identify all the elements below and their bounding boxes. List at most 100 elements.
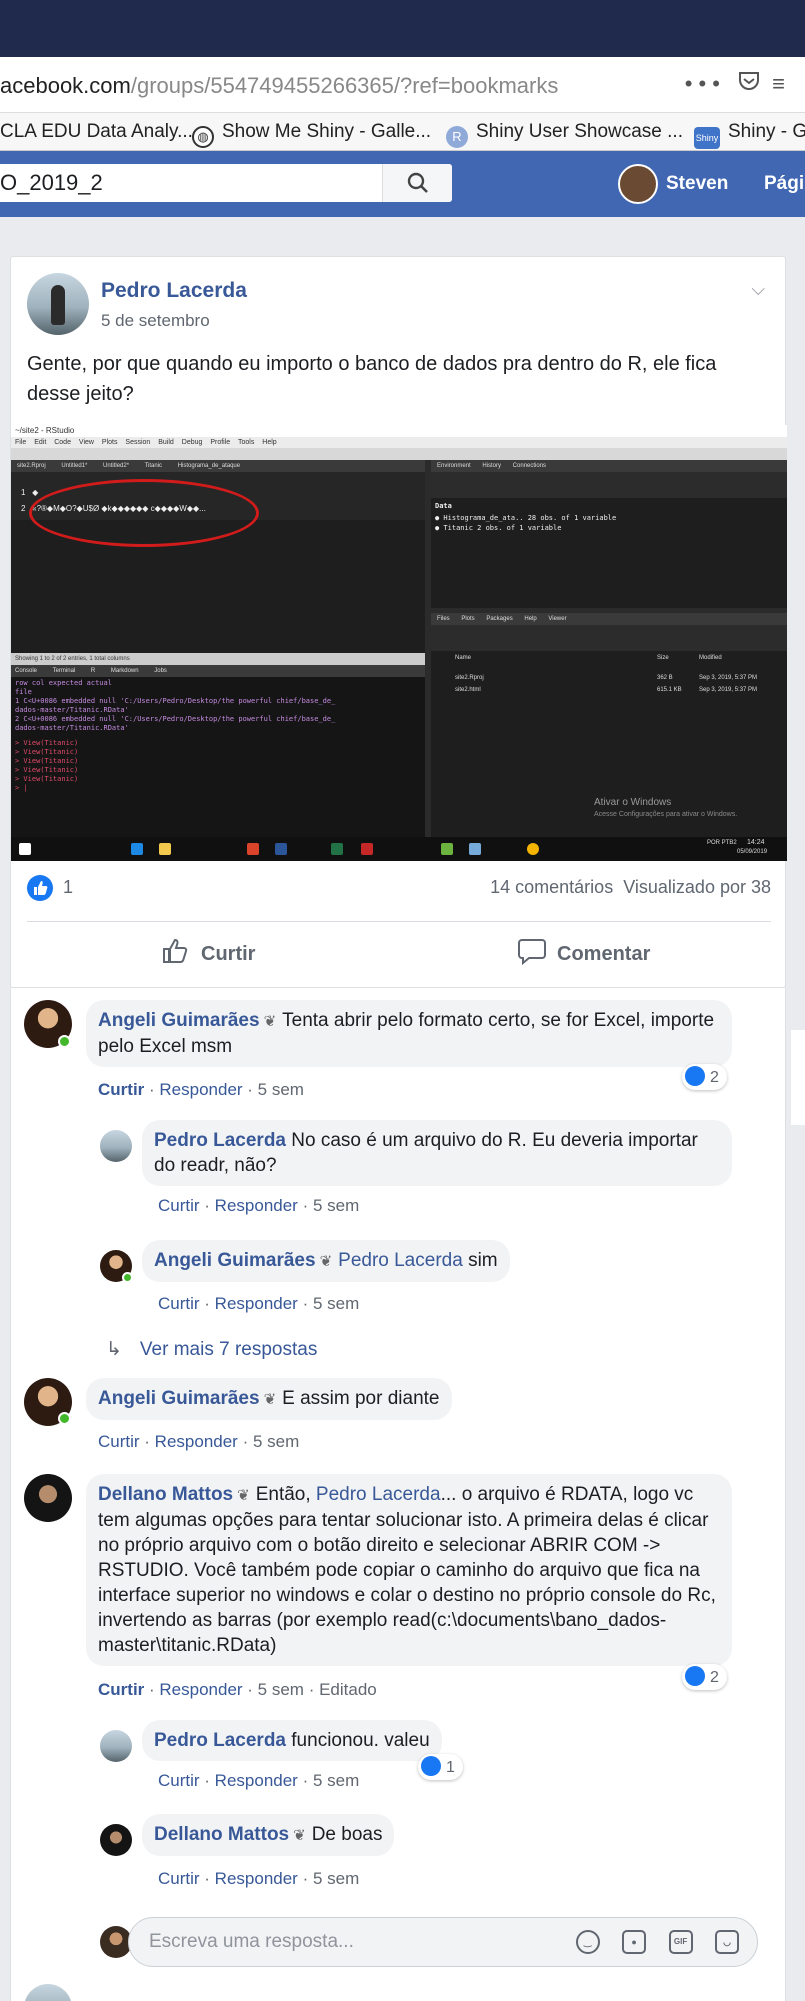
comment-author[interactable]: Angeli Guimarães [98,1010,260,1031]
more-replies-link[interactable]: ↳ Ver mais 7 respostas [106,1338,317,1361]
page-root: { "browser": { "url_prefix": "acebook.co… [0,0,805,2001]
powerpoint-icon [247,843,259,855]
comment-author[interactable]: Pedro Lacerda [154,1730,286,1751]
bookmark-item[interactable]: Shiny Shiny - Ga [694,121,805,149]
comment-like-link[interactable]: Curtir [158,1294,200,1313]
sprout-icon: ❦ [237,1487,250,1504]
post-image[interactable]: ~/site2 - RStudio File Edit Code View Pl… [11,425,787,861]
comment-author[interactable]: Dellano Mattos [154,1824,289,1845]
comment-edited[interactable]: Editado [319,1680,377,1699]
grid-row-number: 1 [21,488,26,497]
windows-start-icon [19,843,31,855]
like-reaction-icon [685,1666,705,1686]
comment-author[interactable]: Angeli Guimarães [98,1388,260,1409]
rstudio-toolbar [11,448,787,460]
r-logo-icon: R [446,126,468,148]
comment-reply-link[interactable]: Responder [159,1080,242,1099]
more-dots-icon[interactable]: ••• [685,71,726,96]
comment-author[interactable]: Pedro Lacerda [154,1130,286,1151]
reply-placeholder: Escreva uma resposta... [149,1931,354,1952]
file-name: site2.html [455,687,481,693]
comment-bubble: Angeli Guimarães ❦ Pedro Lacerda sim [142,1240,510,1282]
commenter-avatar[interactable] [100,1824,132,1856]
online-indicator [58,1035,71,1048]
comment-reply-link[interactable]: Responder [155,1432,238,1451]
clock-time: 14:24 [747,839,765,846]
comment-like-link[interactable]: Curtir [158,1869,200,1888]
comment-reactions[interactable]: 2 [682,1064,727,1090]
reactions-row: 1 14 comentários Visualizado por 38 [11,861,787,917]
environment-toolbar [431,472,787,498]
file-name: site2.Rproj [455,675,484,681]
comment-reactions[interactable]: 2 [682,1664,727,1690]
comment-reply-link[interactable]: Responder [159,1680,242,1699]
comment-reactions[interactable]: 1 [418,1754,463,1780]
pages-link[interactable]: Pági [764,173,804,195]
comment-like-link[interactable]: Curtir [98,1080,144,1099]
comment-author[interactable]: Angeli Guimarães [154,1250,316,1271]
globe-icon: ◍ [192,126,214,148]
commenter-avatar[interactable] [100,1730,132,1762]
comment-reply-link[interactable]: Responder [215,1196,298,1215]
reaction-count: 2 [710,1069,719,1086]
like-reaction-icon [685,1066,705,1086]
chevron-down-icon[interactable]: ⌵ [751,279,765,300]
post-author-name[interactable]: Pedro Lacerda [101,279,247,303]
comment-count[interactable]: 14 comentários [490,877,613,897]
windows-activate-subtext: Acesse Configurações para ativar o Windo… [594,811,738,818]
emoji-icon[interactable]: ‿ [575,1930,600,1954]
comment-time[interactable]: 5 sem [313,1294,359,1313]
console-line: 1 C<U+0086 embedded null 'C:/Users/Pedro… [15,697,336,705]
camera-icon[interactable]: ● [622,1930,647,1954]
environment-row: ● Histograma_de_ata.. 28 obs. of 1 varia… [435,514,617,522]
commenter-avatar[interactable] [100,1130,132,1162]
like-button-label: Curtir [201,943,256,965]
comment-time[interactable]: 5 sem [258,1680,304,1699]
bookmark-item[interactable]: R Shiny User Showcase ... [446,121,683,148]
comment-meta: Curtir · Responder · 5 sem [158,1771,360,1790]
post-author-avatar[interactable] [27,273,89,335]
comment-mention[interactable]: Pedro Lacerda [316,1484,441,1505]
like-button[interactable]: Curtir [161,937,255,966]
comment-like-link[interactable]: Curtir [158,1196,200,1215]
seen-by-count[interactable]: Visualizado por 38 [623,877,771,897]
files-header-size: Size [657,655,669,661]
comment-author[interactable]: Dellano Mattos [98,1484,233,1505]
search-icon [407,172,428,193]
pocket-icon[interactable] [738,71,772,96]
commenter-avatar[interactable] [24,1474,72,1522]
bookmark-item[interactable]: ◍ Show Me Shiny - Galle... [192,121,431,148]
browser-url-bar[interactable]: acebook.com/groups/554749455266365/?ref=… [0,57,805,113]
post-date[interactable]: 5 de setembro [101,311,210,331]
comment-like-link[interactable]: Curtir [158,1771,200,1790]
comment-text: sim [468,1250,498,1271]
comment-time[interactable]: 5 sem [313,1771,359,1790]
like-reaction-icon[interactable] [27,875,53,901]
comment-like-link[interactable]: Curtir [98,1432,140,1451]
environment-row: ● Titanic 2 obs. of 1 variable [435,524,562,532]
comment-mention[interactable]: Pedro Lacerda [338,1250,463,1271]
comment-time[interactable]: 5 sem [313,1196,359,1215]
search-button[interactable] [382,164,452,202]
comment-time[interactable]: 5 sem [258,1080,304,1099]
comment-bubble: Dellano Mattos ❦ De boas [142,1814,395,1856]
comment-like-link[interactable]: Curtir [98,1680,144,1699]
like-count[interactable]: 1 [63,877,73,898]
comment-reply-link[interactable]: Responder [215,1771,298,1790]
comment-reply-link[interactable]: Responder [215,1869,298,1888]
comment-text-prefix: Então, [255,1484,311,1505]
comment-reply-link[interactable]: Responder [215,1294,298,1313]
comment-time[interactable]: 5 sem [313,1869,359,1888]
search-input[interactable]: O_2019_2 [0,170,103,196]
sticker-icon[interactable]: ◡ [715,1930,739,1954]
console-line: file [15,688,32,696]
bookmark-item[interactable]: CLA EDU Data Analy... [0,121,193,143]
menu-icon[interactable]: ≡ [772,71,791,96]
url-text[interactable]: acebook.com/groups/554749455266365/?ref=… [0,73,558,99]
gif-icon[interactable]: GIF [668,1930,693,1954]
reply-input[interactable]: Escreva uma resposta... ‿ ● GIF ◡ [128,1917,758,1967]
search-box[interactable]: O_2019_2 [0,164,452,202]
comment-time[interactable]: 5 sem [253,1432,299,1451]
console-line: row col expected actual [15,679,112,687]
comment-button[interactable]: Comentar [517,937,650,966]
